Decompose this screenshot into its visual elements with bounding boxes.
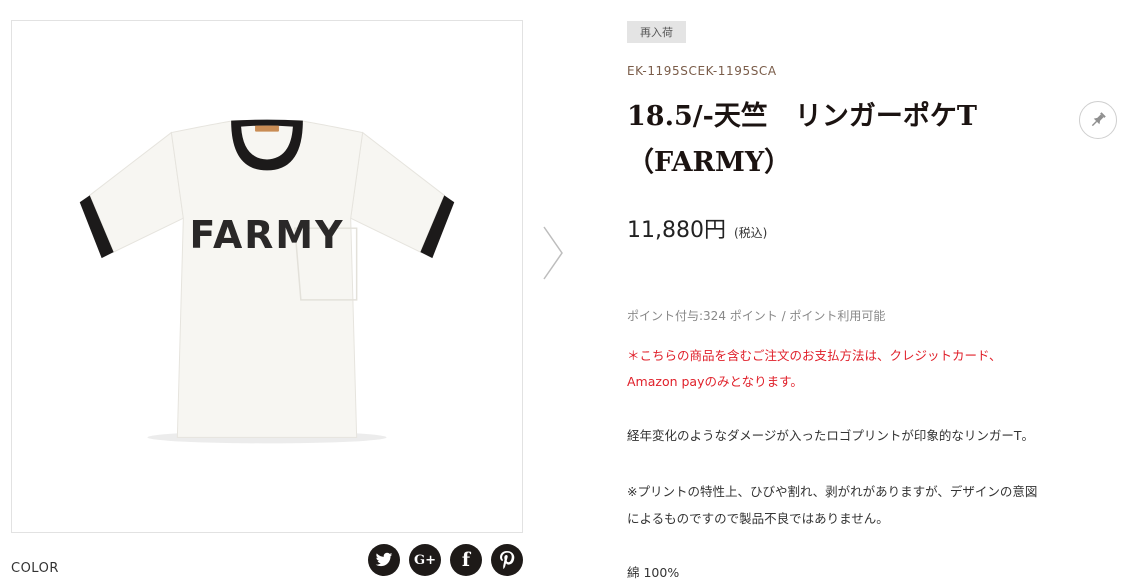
- points-info: ポイント付与:324 ポイント / ポイント利用可能: [627, 309, 886, 323]
- twitter-share-button[interactable]: [368, 544, 400, 576]
- product-title: 18.5/-天竺 リンガーポケT （FARMY）: [627, 94, 1067, 186]
- print-note: ※プリントの特性上、ひびや割れ、剥がれがありますが、デザインの意図 によるもので…: [627, 478, 1117, 532]
- share-buttons: G+ f: [368, 544, 523, 576]
- tax-note: (税込): [733, 226, 768, 240]
- material-info: 綿 100%: [627, 565, 680, 580]
- facebook-share-button[interactable]: f: [450, 544, 482, 576]
- payment-notice: ＊こちらの商品を含むご注文のお支払方法は、クレジットカード、 Amazon pa…: [627, 343, 1107, 395]
- color-label: COLOR: [11, 561, 59, 576]
- product-description: 経年変化のようなダメージが入ったロゴプリントが印象的なリンガーT。: [627, 428, 1035, 443]
- shirt-print-text: FARMY: [190, 213, 345, 257]
- pin-icon: [1091, 112, 1106, 127]
- product-sku: EK-1195SCEK-1195SCA: [627, 64, 777, 78]
- next-image-button[interactable]: [540, 225, 566, 281]
- product-title-line1: 18.5/-天竺 リンガーポケT: [627, 101, 977, 132]
- favorite-pin-button[interactable]: [1079, 101, 1117, 139]
- product-image: FARMY: [79, 119, 455, 444]
- google-plus-share-button[interactable]: G+: [409, 544, 441, 576]
- pinterest-icon: [500, 551, 515, 569]
- print-note-line2: によるものですので製品不良ではありません。: [627, 511, 889, 526]
- payment-notice-line2: Amazon payのみとなります。: [627, 374, 803, 389]
- twitter-icon: [375, 552, 393, 567]
- product-image-frame[interactable]: FARMY: [11, 20, 523, 533]
- restock-badge: 再入荷: [627, 21, 686, 43]
- print-note-line1: ※プリントの特性上、ひびや割れ、剥がれがありますが、デザインの意図: [627, 484, 1038, 499]
- product-price: 11,880円: [627, 218, 726, 243]
- payment-notice-line1: ＊こちらの商品を含むご注文のお支払方法は、クレジットカード、: [627, 348, 1002, 363]
- pinterest-share-button[interactable]: [491, 544, 523, 576]
- price-row: 11,880円 (税込): [627, 212, 767, 244]
- google-plus-icon: G+: [414, 552, 436, 568]
- facebook-icon: f: [461, 549, 471, 571]
- chevron-right-icon: [543, 226, 563, 280]
- product-title-line2: （FARMY）: [627, 147, 792, 178]
